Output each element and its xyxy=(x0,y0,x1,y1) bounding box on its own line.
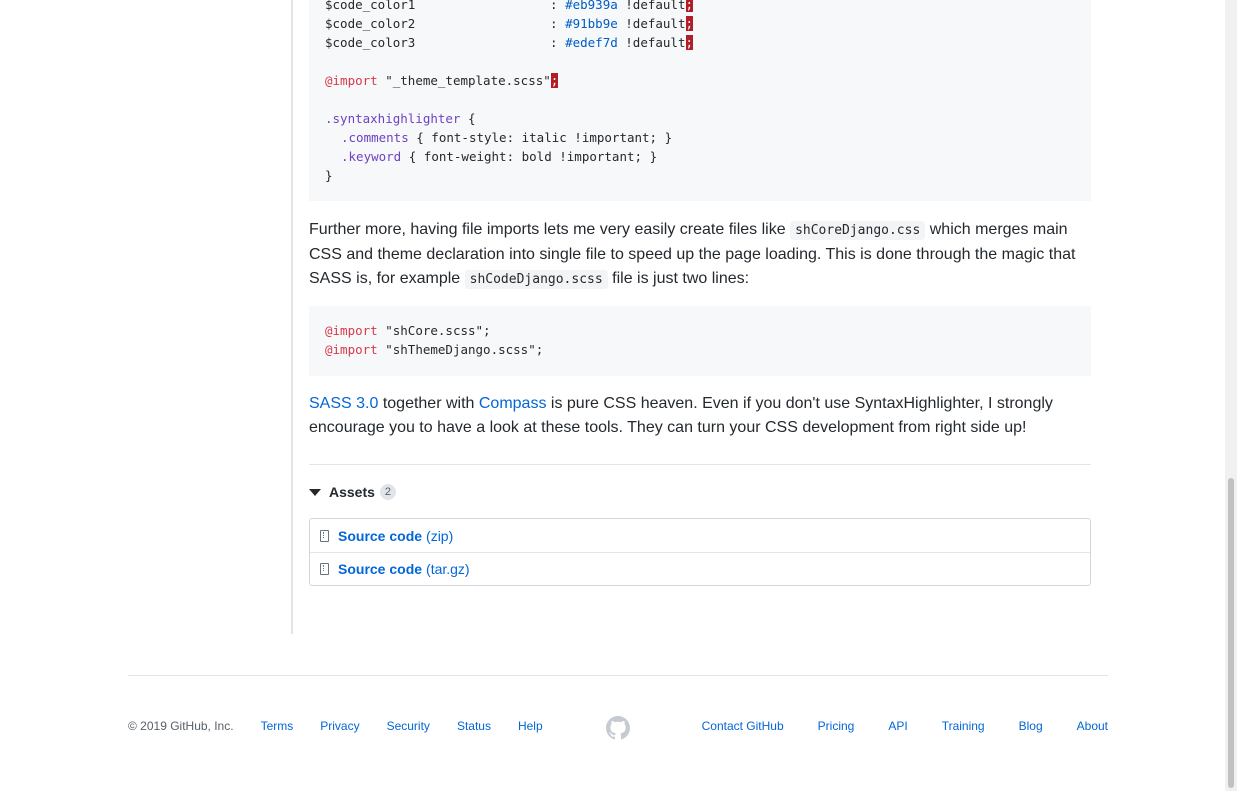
triangle-down-icon xyxy=(309,488,321,496)
footer-right: Contact GitHub Pricing API Training Blog… xyxy=(702,716,1108,736)
footer-divider xyxy=(128,675,1108,676)
github-mark-icon[interactable] xyxy=(606,716,630,740)
code-line: .syntaxhighlighter { xyxy=(325,111,476,126)
footer-link-contact[interactable]: Contact GitHub xyxy=(702,719,784,733)
footer-link-status[interactable]: Status xyxy=(457,719,491,733)
scrollbar[interactable] xyxy=(1225,0,1237,791)
asset-item[interactable]: Source code (zip) xyxy=(310,519,1090,553)
assets-divider xyxy=(309,464,1091,465)
footer-link-pricing[interactable]: Pricing xyxy=(818,719,855,733)
inline-code: shCoreDjango.css xyxy=(790,221,926,240)
sass-link[interactable]: SASS 3.0 xyxy=(309,395,378,412)
asset-name[interactable]: Source code xyxy=(338,528,422,544)
assets-toggle[interactable]: Assets 2 xyxy=(309,482,397,502)
code-line: @import "shCore.scss"; xyxy=(325,323,491,338)
compass-link[interactable]: Compass xyxy=(479,395,547,412)
footer-left: © 2019 GitHub, Inc. Terms Privacy Securi… xyxy=(128,716,570,736)
code-line: @import "_theme_template.scss"; xyxy=(325,73,559,88)
scrollbar-thumb[interactable] xyxy=(1228,478,1234,788)
assets-list: Source code (zip) Source code (tar.gz) xyxy=(309,518,1091,586)
footer-link-training[interactable]: Training xyxy=(942,719,985,733)
footer-link-privacy[interactable]: Privacy xyxy=(320,719,359,733)
footer-link-terms[interactable]: Terms xyxy=(261,719,294,733)
code-line: $code_color1: #eb939a !default; xyxy=(325,0,694,14)
file-zip-icon xyxy=(320,529,329,542)
footer-link-security[interactable]: Security xyxy=(387,719,430,733)
code-line: $code_color3: #edef7d !default; xyxy=(325,35,694,50)
inline-code: shCodeDjango.scss xyxy=(464,270,608,289)
asset-type[interactable]: (zip) xyxy=(426,528,453,544)
asset-type[interactable]: (tar.gz) xyxy=(426,561,470,577)
asset-item[interactable]: Source code (tar.gz) xyxy=(310,552,1090,586)
code-block-imports: @import "shCore.scss"; @import "shThemeD… xyxy=(309,306,1091,376)
assets-label: Assets xyxy=(329,484,375,500)
assets-count-badge: 2 xyxy=(379,484,397,500)
copyright: © 2019 GitHub, Inc. xyxy=(128,719,234,733)
timeline-line xyxy=(291,0,293,634)
footer-link-blog[interactable]: Blog xyxy=(1019,719,1043,733)
code-line: $code_color2: #91bb9e !default; xyxy=(325,16,694,31)
footer-link-api[interactable]: API xyxy=(888,719,907,733)
code-block-scss-theme: $code_color1: #eb939a !default; $code_co… xyxy=(309,0,1091,201)
asset-name[interactable]: Source code xyxy=(338,561,422,577)
code-line: } xyxy=(325,168,333,183)
footer-link-help[interactable]: Help xyxy=(518,719,543,733)
file-zip-icon xyxy=(320,563,329,575)
code-line: .comments { font-style: italic !importan… xyxy=(341,130,673,145)
paragraph-file-imports: Further more, having file imports lets m… xyxy=(309,221,1076,289)
footer-link-about[interactable]: About xyxy=(1077,719,1108,733)
code-line: .keyword { font-weight: bold !important;… xyxy=(341,149,658,164)
paragraph-sass-compass: SASS 3.0 together with Compass is pure C… xyxy=(309,395,1053,436)
code-line: @import "shThemeDjango.scss"; xyxy=(325,342,544,357)
